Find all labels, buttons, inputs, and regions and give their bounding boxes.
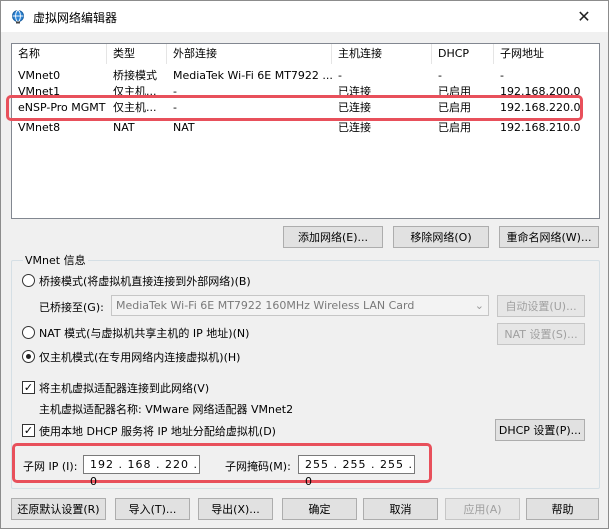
column-header-name[interactable]: 名称	[12, 44, 107, 64]
host-only-mode-radio[interactable]	[22, 350, 35, 363]
remove-network-button[interactable]: 移除网络(O)	[393, 226, 489, 248]
cell-external: MediaTek Wi-Fi 6E MT7922 ...	[173, 69, 332, 82]
table-row[interactable]: VMnet8 NAT NAT 已连接 已启用 192.168.210.0	[12, 120, 599, 136]
subnet-mask-label: 子网掩码(M):	[225, 460, 291, 473]
column-header-subnet[interactable]: 子网地址	[494, 44, 599, 64]
local-dhcp-checkbox[interactable]: ✓	[22, 424, 35, 437]
local-dhcp-label: 使用本地 DHCP 服务将 IP 地址分配给虚拟机(D)	[39, 425, 276, 438]
connect-adapter-checkbox[interactable]: ✓	[22, 381, 35, 394]
dhcp-settings-button[interactable]: DHCP 设置(P)...	[495, 419, 585, 441]
nat-mode-label: NAT 模式(与虚拟机共享主机的 IP 地址)(N)	[39, 327, 250, 340]
column-header-host[interactable]: 主机连接	[332, 44, 432, 64]
add-network-button[interactable]: 添加网络(E)...	[283, 226, 383, 248]
export-button[interactable]: 导出(X)...	[198, 498, 273, 520]
cell-name: VMnet0	[18, 69, 61, 82]
bridged-to-label: 已桥接至(G):	[39, 301, 104, 314]
column-header-dhcp[interactable]: DHCP	[432, 44, 494, 64]
cell-type: 桥接模式	[113, 69, 157, 82]
bridged-to-value: MediaTek Wi-Fi 6E MT7922 160MHz Wireless…	[116, 299, 415, 312]
cell-host: 已连接	[338, 121, 371, 134]
ok-button[interactable]: 确定	[282, 498, 357, 520]
column-header-type[interactable]: 类型	[107, 44, 167, 64]
network-list[interactable]: 名称 类型 外部连接 主机连接 DHCP 子网地址 VMnet0 桥接模式 Me…	[11, 43, 600, 219]
cell-subnet: -	[500, 69, 504, 82]
virtual-network-editor-window: 虚拟网络编辑器 ✕ 名称 类型 外部连接 主机连接 DHCP 子网地址 VMne…	[0, 0, 609, 529]
nat-mode-radio[interactable]	[22, 326, 35, 339]
restore-defaults-button[interactable]: 还原默认设置(R)	[11, 498, 106, 520]
cell-type: NAT	[113, 121, 135, 134]
connect-adapter-label: 将主机虚拟适配器连接到此网络(V)	[39, 382, 210, 395]
cell-external: NAT	[173, 121, 195, 134]
adapter-name-label: 主机虚拟适配器名称: VMware 网络适配器 VMnet2	[39, 403, 294, 416]
bridged-to-select[interactable]: MediaTek Wi-Fi 6E MT7922 160MHz Wireless…	[111, 295, 489, 316]
cell-host: -	[338, 69, 342, 82]
cell-dhcp: -	[438, 69, 442, 82]
bridged-mode-label: 桥接模式(将虚拟机直接连接到外部网络)(B)	[39, 275, 251, 288]
nat-settings-button[interactable]: NAT 设置(S)...	[497, 323, 585, 345]
subnet-ip-input[interactable]: 192 . 168 . 220 . 0	[83, 455, 200, 488]
chevron-down-icon: ⌄	[474, 299, 484, 312]
close-icon: ✕	[577, 6, 591, 26]
host-only-mode-label: 仅主机模式(在专用网络内连接虚拟机)(H)	[39, 351, 241, 364]
row-highlight-annotation	[6, 95, 583, 121]
title-bar: 虚拟网络编辑器 ✕	[1, 1, 608, 32]
cell-name: VMnet8	[18, 121, 61, 134]
column-header-external[interactable]: 外部连接	[167, 44, 332, 64]
close-button[interactable]: ✕	[564, 1, 604, 31]
subnet-mask-input[interactable]: 255 . 255 . 255 . 0	[298, 455, 415, 488]
globe-network-icon	[12, 10, 24, 24]
help-button[interactable]: 帮助	[526, 498, 599, 520]
apply-button[interactable]: 应用(A)	[445, 498, 520, 520]
cell-dhcp: 已启用	[438, 121, 471, 134]
cancel-button[interactable]: 取消	[363, 498, 438, 520]
window-title: 虚拟网络编辑器	[33, 11, 118, 25]
import-button[interactable]: 导入(T)...	[115, 498, 190, 520]
list-header: 名称 类型 外部连接 主机连接 DHCP 子网地址	[12, 44, 599, 64]
cell-subnet: 192.168.210.0	[500, 121, 581, 134]
vmnet-info-title: VMnet 信息	[23, 252, 88, 268]
bridged-mode-radio[interactable]	[22, 274, 35, 287]
auto-settings-button[interactable]: 自动设置(U)...	[497, 295, 585, 317]
rename-network-button[interactable]: 重命名网络(W)...	[499, 226, 599, 248]
table-row[interactable]: VMnet0 桥接模式 MediaTek Wi-Fi 6E MT7922 ...…	[12, 68, 599, 84]
subnet-ip-label: 子网 IP (I):	[23, 460, 78, 473]
